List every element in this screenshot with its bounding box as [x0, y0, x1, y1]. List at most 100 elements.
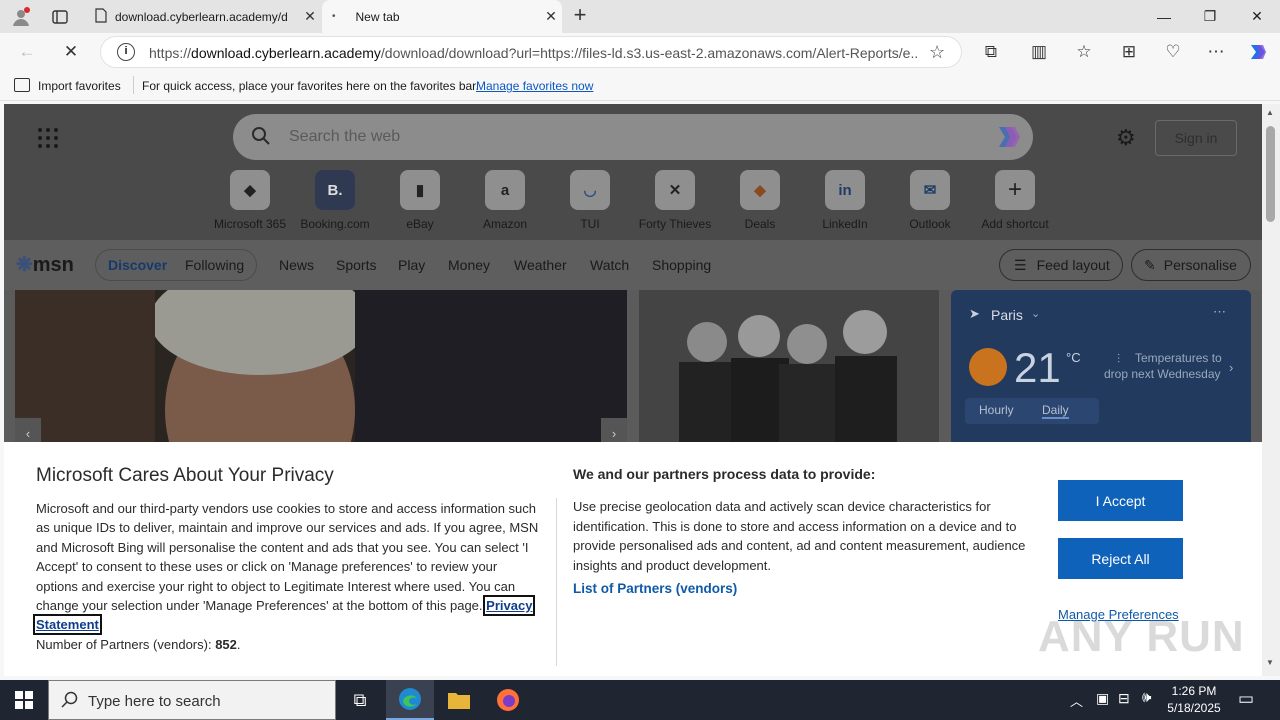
volume-icon[interactable]: 🕪 [1142, 689, 1151, 706]
web-search-box[interactable]: Search the web [233, 114, 1033, 160]
new-tab-button[interactable]: + [568, 4, 592, 28]
show-hidden-icons-chevron-icon[interactable]: ︿ [1070, 691, 1083, 710]
network-icon[interactable]: ⊟ [1118, 690, 1130, 707]
shortcut-deals[interactable]: ◆ Deals [720, 170, 800, 231]
file-explorer-icon[interactable] [435, 680, 483, 720]
page-icon [95, 7, 107, 26]
feed-layout-button[interactable]: ☰ Feed layout [999, 249, 1123, 281]
amazon-icon: a [485, 170, 525, 210]
settings-more-icon[interactable]: ⋯ [1201, 37, 1231, 67]
favorites-icon[interactable]: ☆ [1069, 37, 1099, 67]
system-clock[interactable]: 1:26 PM 5/18/2025 [1160, 683, 1228, 717]
tab-download[interactable]: download.cyberlearn.academy/d ✕ [85, 0, 321, 33]
chevron-down-icon: ⌄ [1031, 308, 1041, 320]
address-bar[interactable]: i https://download.cyberlearn.academy/do… [100, 36, 962, 68]
taskbar: Type here to search ⧉ ︿ ▣ ⊟ 🕪 1:26 PM 5/… [0, 680, 1280, 720]
url-text[interactable]: https://download.cyberlearn.academy/down… [149, 45, 919, 61]
shortcut-label: eBay [406, 217, 434, 231]
tab-following[interactable]: Following [185, 257, 244, 273]
more-options-icon[interactable]: ⋯ [1213, 304, 1226, 320]
browser-essentials-icon[interactable]: ♡ [1158, 37, 1188, 67]
shortcut-tui[interactable]: ◡ TUI [550, 170, 630, 231]
chevron-right-icon[interactable]: › [1229, 360, 1233, 375]
manage-favorites-link[interactable]: Manage favorites now [476, 79, 593, 93]
tab-actions-icon[interactable] [48, 6, 72, 28]
shortcut-label: Amazon [482, 217, 528, 231]
reject-all-button[interactable]: Reject All [1058, 538, 1183, 579]
url-path: /download/download?url=https://files-ld.… [380, 45, 919, 61]
shortcut-label: Booking.com [300, 217, 370, 231]
back-button[interactable]: ← [12, 37, 42, 67]
start-button[interactable] [0, 680, 48, 720]
sign-in-button[interactable]: Sign in [1155, 120, 1237, 156]
network-device-icon[interactable]: ▣ [1096, 690, 1109, 707]
url-prefix: https:// [149, 45, 192, 61]
msn-logo-icon[interactable]: ❋msn [16, 252, 74, 277]
nav-news[interactable]: News [279, 257, 314, 273]
shortcut-label: TUI [580, 217, 600, 231]
minimize-button[interactable]: — [1141, 0, 1187, 33]
edge-taskbar-icon[interactable] [386, 680, 434, 720]
scroll-down-icon[interactable]: ▼ [1266, 658, 1274, 667]
weather-city[interactable]: Paris [991, 307, 1023, 323]
restore-button[interactable]: ❐ [1187, 0, 1233, 33]
shortcut-label: Forty Thieves [638, 217, 712, 231]
shortcut-linkedin[interactable]: in LinkedIn [805, 170, 885, 231]
news-card-main[interactable]: ‹ › [15, 290, 627, 450]
nav-money[interactable]: Money [448, 257, 490, 273]
search-icon [61, 691, 79, 712]
news-card-secondary[interactable] [639, 290, 939, 450]
collections-icon[interactable]: ⊞ [1114, 37, 1144, 67]
nav-sports[interactable]: Sports [336, 257, 376, 273]
tab-title: New tab [355, 9, 400, 24]
profile-icon[interactable] [8, 4, 34, 30]
taskbar-search-box[interactable]: Type here to search [48, 680, 336, 720]
stop-loading-button[interactable]: ✕ [56, 37, 86, 67]
page-scrollbar[interactable]: ▲ ▼ [1262, 104, 1280, 676]
news-photo [639, 290, 939, 450]
tab-close-icon[interactable]: ✕ [540, 8, 562, 25]
weather-summary-2: drop next Wednesday [1104, 367, 1221, 381]
shortcut-amazon[interactable]: a Amazon [465, 170, 545, 231]
tab-new-tab[interactable]: • New tab ✕ [322, 0, 562, 33]
apps-launcher-icon[interactable] [38, 128, 58, 148]
tab-discover[interactable]: Discover [108, 257, 167, 273]
shortcut-booking[interactable]: B. Booking.com [295, 170, 375, 231]
notifications-icon[interactable]: ▭ [1238, 689, 1254, 709]
msn-logo-text: msn [32, 254, 74, 276]
copilot-icon[interactable] [993, 123, 1023, 154]
settings-gear-icon[interactable]: ⚙ [1116, 125, 1136, 151]
sliders-icon: ☰ [1014, 256, 1027, 273]
microsoft-365-icon: ◆ [230, 170, 270, 210]
shortcut-ebay[interactable]: ▮ eBay [380, 170, 460, 231]
nav-weather[interactable]: Weather [514, 257, 567, 273]
shortcut-forty-thieves[interactable]: ✕ Forty Thieves [635, 170, 715, 231]
add-shortcut-button[interactable]: + Add shortcut [975, 170, 1055, 231]
shortcut-outlook[interactable]: ✉ Outlook [890, 170, 970, 231]
purposes-text: Use precise geolocation data and activel… [573, 499, 1026, 573]
accept-button[interactable]: I Accept [1058, 480, 1183, 521]
weather-card[interactable]: ➤ Paris ⌄ ⋯ 21 °C ⫶ Temperatures to drop… [951, 290, 1251, 450]
extensions-icon[interactable]: ⧉ [976, 37, 1006, 67]
favorite-star-icon[interactable]: ☆ [929, 42, 945, 63]
list-of-partners-link[interactable]: List of Partners (vendors) [573, 581, 737, 596]
split-screen-icon[interactable]: ▥ [1024, 37, 1054, 67]
nav-play[interactable]: Play [398, 257, 425, 273]
hourly-tab[interactable]: Hourly [979, 403, 1014, 417]
copilot-icon[interactable] [1243, 37, 1273, 67]
daily-tab[interactable]: Daily [1042, 403, 1069, 419]
site-info-icon[interactable]: i [117, 43, 135, 61]
navigation-bar: ← ✕ i https://download.cyberlearn.academ… [0, 33, 1280, 71]
import-favorites-button[interactable]: Import favorites [38, 79, 121, 93]
weather-unit: °C [1066, 350, 1081, 365]
scroll-up-icon[interactable]: ▲ [1266, 108, 1274, 117]
shortcut-microsoft-365[interactable]: ◆ Microsoft 365 [210, 170, 290, 231]
close-window-button[interactable]: ✕ [1234, 0, 1280, 33]
personalise-button[interactable]: ✎ Personalise [1131, 249, 1251, 281]
task-view-icon[interactable]: ⧉ [336, 680, 384, 720]
tab-close-icon[interactable]: ✕ [299, 8, 321, 25]
nav-shopping[interactable]: Shopping [652, 257, 711, 273]
nav-watch[interactable]: Watch [590, 257, 629, 273]
firefox-icon[interactable] [484, 680, 532, 720]
scrollbar-thumb[interactable] [1266, 126, 1275, 222]
